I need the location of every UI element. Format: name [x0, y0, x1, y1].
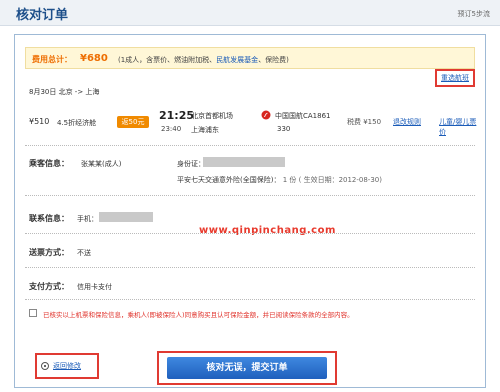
passenger-name: 张某某(成人) [81, 160, 122, 168]
flight-row: ¥510 4.5折经济舱 返50元 21:25 23:40 北京首都机场 上海浦… [29, 107, 479, 137]
page-header: 核对订单 预订5步流 [0, 0, 500, 26]
back-edit-link[interactable]: 返回修改 [53, 361, 81, 371]
departure-airport: 北京首都机场 [191, 112, 233, 120]
id-label: 身份证： [177, 160, 205, 168]
phone-number-redacted [99, 212, 153, 222]
refund-rules-link[interactable]: 退改规则 [393, 117, 421, 127]
aircraft-type: 330 [277, 125, 291, 133]
id-number-redacted [203, 157, 285, 167]
divider [25, 233, 475, 234]
insurance-info: 平安七天交通意外险(全国保险)： 1 份 ( 生效日期：2012-08-30) [177, 175, 382, 185]
tax-fee: 税费 ¥150 [347, 118, 382, 126]
flight-route: 8月30日 北京 -> 上海 [29, 88, 100, 96]
departure-time: 21:25 [159, 109, 195, 122]
total-detail-suffix: 、保险费) [258, 56, 289, 64]
back-radio-icon[interactable] [41, 362, 49, 370]
airline-logo-icon [261, 110, 271, 120]
agreement-text: 已核实以上机票和保险信息，乘机人(即被保险人)同意购买且认可保险金额，并已阅读保… [43, 311, 354, 319]
reselect-flight-link[interactable]: 重选航班 [435, 69, 475, 87]
submit-order-button[interactable]: 核对无误，提交订单 [167, 357, 327, 379]
total-detail: (1成人，含票价、燃油附加税、民航发展基金、保险费) [118, 55, 289, 65]
passenger-label: 乘客信息： [29, 159, 69, 168]
dev-fund-link[interactable]: 民航发展基金 [216, 56, 258, 64]
payment-label: 支付方式： [29, 282, 69, 291]
divider [25, 299, 475, 300]
back-highlight: 返回修改 [35, 353, 99, 379]
phone-label: 手机： [77, 215, 98, 223]
order-card: 费用总计： ¥680 (1成人，含票价、燃油附加税、民航发展基金、保险费) 重选… [14, 34, 486, 388]
insurance-detail: 1 份 ( 生效日期：2012-08-30) [282, 176, 382, 184]
delivery-value: 不送 [77, 249, 91, 257]
cashback-badge: 返50元 [117, 116, 149, 128]
divider [25, 267, 475, 268]
total-amount: ¥680 [80, 53, 108, 64]
delivery-label: 送票方式： [29, 248, 69, 257]
insurance-name: 平安七天交通意外险(全国保险)： [177, 176, 281, 184]
total-bar: 费用总计： ¥680 (1成人，含票价、燃油附加税、民航发展基金、保险费) [25, 47, 475, 69]
cabin-discount: 4.5折经济舱 [57, 119, 97, 127]
arrival-airport: 上海浦东 [191, 126, 219, 134]
agreement-checkbox[interactable] [29, 309, 37, 317]
divider [25, 195, 475, 196]
payment-value: 信用卡支付 [77, 283, 112, 291]
submit-highlight: 核对无误，提交订单 [157, 351, 337, 385]
contact-label: 联系信息： [29, 214, 69, 223]
child-fare-link[interactable]: 儿童/婴儿票价 [439, 117, 479, 137]
steps-hint: 预订5步流 [457, 10, 490, 18]
watermark-text: www.qinpinchang.com [199, 225, 336, 236]
divider [25, 145, 475, 146]
total-label: 费用总计： [32, 55, 72, 64]
total-detail-prefix: (1成人，含票价、燃油附加税、 [118, 56, 217, 64]
ticket-price: ¥510 [29, 117, 50, 126]
arrival-time: 23:40 [161, 125, 182, 133]
page-title: 核对订单 [16, 8, 69, 23]
airline-name: 中国国航CA1861 [275, 112, 331, 120]
